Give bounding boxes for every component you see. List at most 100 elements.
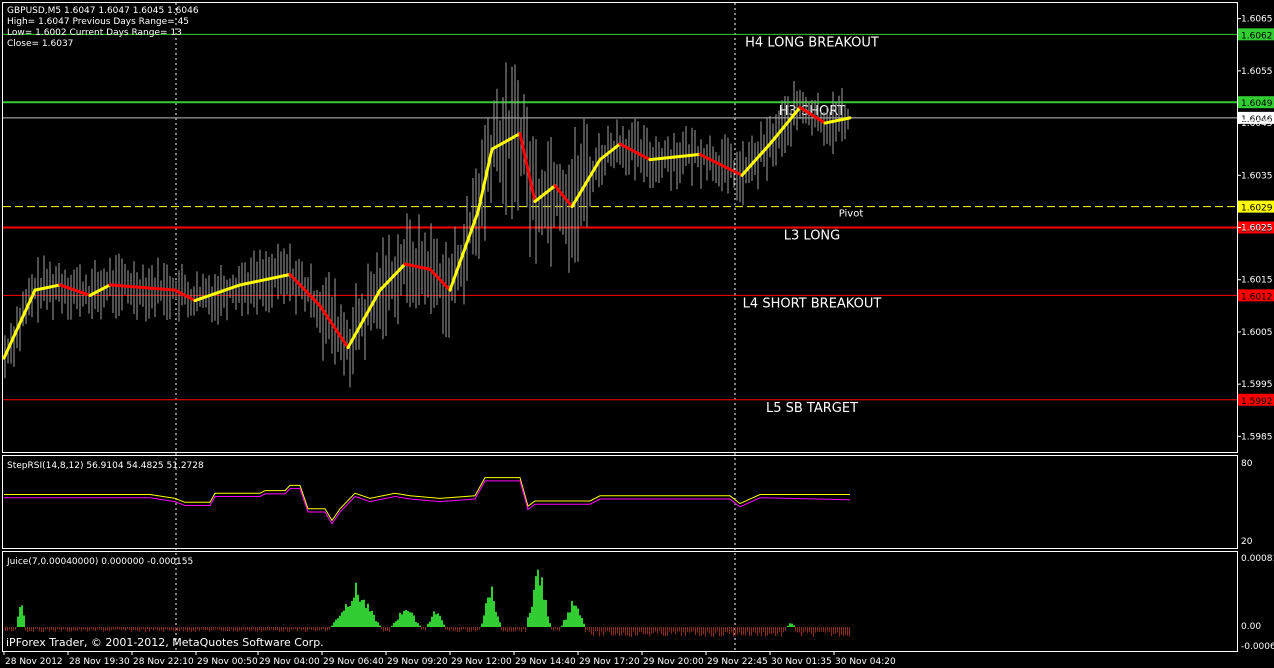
juice-bar-negative xyxy=(595,627,596,632)
time-tick-label: 30 Nov 01:35 xyxy=(771,657,832,667)
time-tick-label: 29 Nov 04:00 xyxy=(259,657,320,667)
juice-bar-negative xyxy=(681,627,682,636)
juice-bar-negative xyxy=(707,627,708,632)
juice-bar-negative xyxy=(473,627,474,631)
price-axis: 1.6065 1.6055 1.6045 1.6035 1.6025 1.6015 1.60… xyxy=(1237,15,1273,442)
juice-bar-negative xyxy=(459,627,460,632)
juice-bar-negative xyxy=(615,627,616,636)
juice-bar-positive xyxy=(351,601,353,627)
juice-bar-positive xyxy=(583,623,585,627)
juice-bar-negative xyxy=(423,627,424,630)
juice-bar-negative xyxy=(145,627,146,632)
juice-bar-negative xyxy=(587,627,588,631)
juice-bar-positive xyxy=(395,621,397,627)
juice-bar-positive xyxy=(413,615,415,627)
juice-bar-positive xyxy=(365,607,367,627)
juice-bar-negative xyxy=(239,627,240,631)
juice-bar-negative xyxy=(309,627,310,630)
juice-bar-negative xyxy=(15,627,16,631)
juice-bar-negative xyxy=(815,627,816,633)
juice-bar-negative xyxy=(233,627,234,632)
juice-bar-negative xyxy=(243,627,244,630)
juice-bar-negative xyxy=(715,627,716,634)
juice-bar-negative xyxy=(831,627,832,637)
footer-copyright: iPForex Trader, © 2001-2012, MetaQuotes … xyxy=(6,636,324,649)
juice-bar-negative xyxy=(777,627,778,635)
juice-bar-negative xyxy=(809,627,810,632)
juice-bar-negative xyxy=(703,627,704,635)
juice-bar-negative xyxy=(513,627,514,632)
juice-bar-positive xyxy=(535,576,537,627)
juice-bar-negative xyxy=(195,627,196,632)
juice-bar-positive xyxy=(393,622,395,627)
juice-bar-negative xyxy=(619,627,620,637)
juice-bar-negative xyxy=(43,627,44,632)
juice-bar-positive xyxy=(577,608,579,627)
juice-bar-negative xyxy=(49,627,50,632)
juice-bar-negative xyxy=(7,627,8,631)
juice-bar-negative xyxy=(685,627,686,637)
juice-bar-negative xyxy=(255,627,256,632)
juice-bar-negative xyxy=(773,627,774,634)
juice-bar-positive xyxy=(567,612,569,627)
juice-bar-negative xyxy=(69,627,70,632)
juice-bar-negative xyxy=(795,627,796,632)
juice-bar-negative xyxy=(753,627,754,632)
juice-bar-positive xyxy=(23,615,25,627)
juice-bar-negative xyxy=(841,627,842,635)
juice-bar-negative xyxy=(225,627,226,632)
juice-bar-negative xyxy=(329,627,330,630)
juice-bar-negative xyxy=(817,627,818,632)
juice-bar-negative xyxy=(75,627,76,631)
juice-bar-positive xyxy=(549,623,551,627)
juice-bar-negative xyxy=(447,627,448,630)
time-tick-label: 29 Nov 22:45 xyxy=(707,657,768,667)
juice-bar-negative xyxy=(445,627,446,630)
juice-bar-negative xyxy=(199,627,200,632)
juice-bar-negative xyxy=(189,627,190,631)
juice-bar-negative xyxy=(677,627,678,632)
juice-bar-negative xyxy=(601,627,602,633)
header-symbol-line: GBPUSD,M5 1.6047 1.6047 1.6045 1.6046 xyxy=(7,6,199,16)
ma-segment xyxy=(570,158,602,209)
header-close-line: Close= 1.6037 xyxy=(7,39,73,49)
price-tick-label: 1.6005 xyxy=(1241,328,1273,338)
juice-bar-negative xyxy=(139,627,140,632)
juice-bar-negative xyxy=(209,627,210,632)
juice-bar-negative xyxy=(261,627,262,632)
juice-bar-negative xyxy=(665,627,666,637)
juice-bar-negative xyxy=(695,627,696,636)
level-label-l3: L3 LONG xyxy=(784,229,840,244)
juice-bar-negative xyxy=(697,627,698,633)
juice-bar-negative xyxy=(191,627,192,632)
juice-bar-negative xyxy=(179,627,180,632)
juice-bar-negative xyxy=(621,627,622,636)
juice-bar-positive xyxy=(569,612,571,627)
juice-bar-negative xyxy=(721,627,722,637)
juice-bar-negative xyxy=(305,627,306,632)
juice-bar-positive xyxy=(581,618,583,627)
juice-bar-negative xyxy=(613,627,614,636)
juice-bar-negative xyxy=(751,627,752,636)
juice-bar-negative xyxy=(743,627,744,635)
time-tick-label: 29 Nov 17:20 xyxy=(579,657,640,667)
level-tag-text-l4: 1.6012 xyxy=(1241,292,1273,302)
juice-bar-negative xyxy=(119,627,120,630)
juice-bar-negative xyxy=(679,627,680,632)
juice-bar-negative xyxy=(33,627,34,632)
juice-bar-negative xyxy=(77,627,78,632)
juice-bar-negative xyxy=(173,627,174,632)
juice-bar-negative xyxy=(39,627,40,631)
juice-bar-positive xyxy=(499,622,501,627)
juice-bar-negative xyxy=(683,627,684,633)
header-low-line: Low= 1.6002 Current Days Range= 13 xyxy=(7,28,182,38)
juice-bar-positive xyxy=(349,606,351,627)
juice-bar-negative xyxy=(57,627,58,630)
juice-bar-negative xyxy=(769,627,770,634)
price-tick-label: 1.6055 xyxy=(1241,67,1273,77)
juice-bar-negative xyxy=(509,627,510,632)
juice-bar-positive xyxy=(391,625,393,627)
juice-bar-positive xyxy=(491,586,493,627)
juice-bar-negative xyxy=(825,627,826,633)
juice-bar-negative xyxy=(207,627,208,631)
